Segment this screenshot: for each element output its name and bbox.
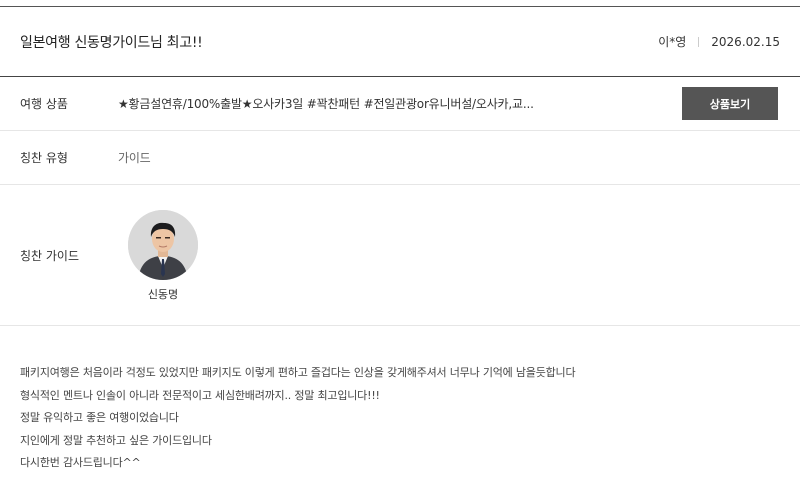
- guide-row: 칭찬 가이드: [0, 185, 800, 325]
- post-author: 이*영: [658, 35, 687, 49]
- review-line: 형식적인 멘트나 인솔이 아니라 전문적이고 세심한배려까지.. 정말 최고입니…: [20, 388, 380, 402]
- praise-type-value: 가이드: [118, 151, 151, 165]
- view-product-button[interactable]: 상품보기: [682, 87, 778, 120]
- product-name[interactable]: ★황금설연휴/100%출발★오사카3일 #꽉찬패턴 #전일관광or유니버설/오사…: [118, 95, 534, 112]
- guide-photo-icon: [128, 210, 198, 280]
- praise-type-row: 칭찬 유형 가이드: [0, 131, 800, 184]
- review-line: 정말 유익하고 좋은 여행이었습니다: [20, 411, 179, 424]
- post-date: 2026.02.15: [711, 34, 780, 49]
- review-content: 패키지여행은 처음이라 걱정도 있었지만 패키지도 이렇게 편하고 즐겁다는 인…: [20, 362, 780, 475]
- review-line: 패키지여행은 처음이라 걱정도 있었지만 패키지도 이렇게 편하고 즐겁다는 인…: [20, 366, 576, 379]
- row-divider: [0, 325, 800, 326]
- guide-name: 신동명: [147, 288, 179, 301]
- review-line: 지인에게 정말 추천하고 싶은 가이드입니다: [20, 433, 212, 447]
- post-header: 일본여행 신동명가이드님 최고!! 이*영 2026.02.15: [0, 7, 800, 76]
- product-label: 여행 상품: [20, 97, 68, 111]
- meta-divider: [698, 36, 700, 47]
- review-line: 다시한번 감사드립니다^^: [20, 456, 141, 469]
- post-meta: 이*영 2026.02.15: [658, 33, 780, 50]
- guide-avatar: [128, 210, 198, 280]
- product-row: 여행 상품 ★황금설연휴/100%출발★오사카3일 #꽉찬패턴 #전일관광or유…: [0, 77, 800, 130]
- post-title: 일본여행 신동명가이드님 최고!!: [20, 34, 203, 51]
- guide-label: 칭찬 가이드: [20, 248, 80, 263]
- praise-type-label: 칭찬 유형: [20, 151, 68, 165]
- guide-card[interactable]: 신동명: [128, 210, 198, 302]
